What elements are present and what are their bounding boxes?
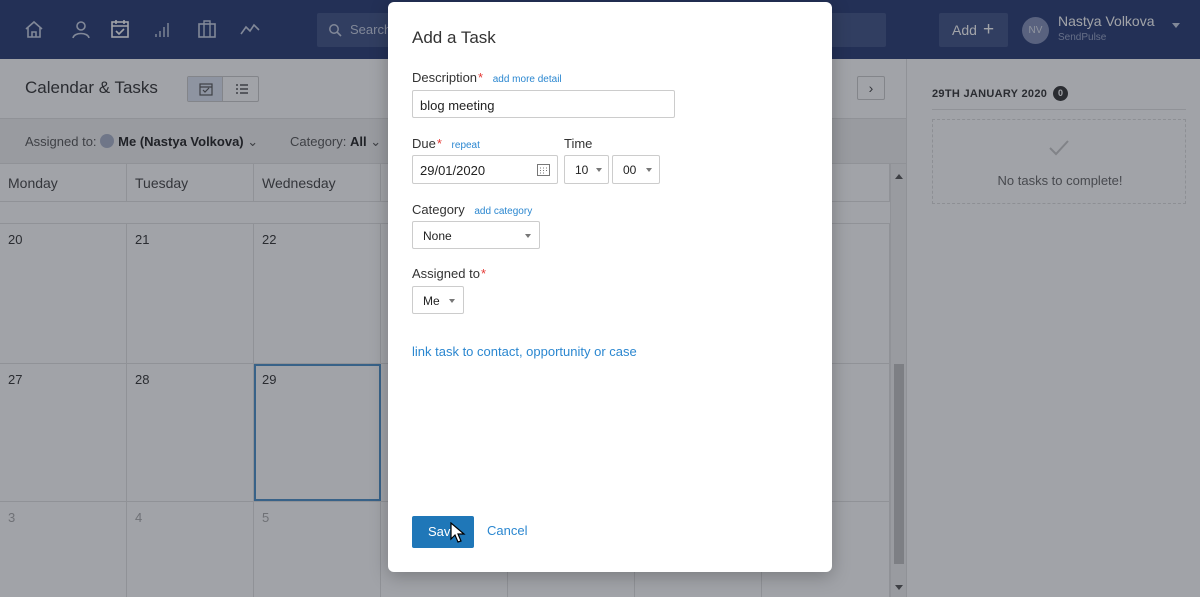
due-label: Due* repeat bbox=[412, 136, 480, 151]
time-label: Time bbox=[564, 136, 593, 151]
mouse-cursor-icon bbox=[450, 522, 466, 543]
category-select[interactable]: None bbox=[412, 221, 540, 249]
description-label: Description* add more detail bbox=[412, 70, 562, 85]
due-date-input[interactable]: 29/01/2020 bbox=[412, 155, 558, 184]
assigned-to-select[interactable]: Me bbox=[412, 286, 464, 314]
category-label: Category add category bbox=[412, 202, 532, 217]
minute-value: 00 bbox=[623, 163, 637, 177]
chevron-down-icon bbox=[596, 168, 602, 172]
add-more-detail-link[interactable]: add more detail bbox=[493, 74, 562, 85]
due-label-text: Due bbox=[412, 136, 436, 151]
required-mark: * bbox=[436, 136, 442, 151]
hour-value: 10 bbox=[575, 163, 589, 177]
minute-select[interactable]: 00 bbox=[612, 155, 660, 184]
required-mark: * bbox=[478, 70, 484, 85]
assigned-to-label-text: Assigned to bbox=[412, 266, 480, 281]
chevron-down-icon bbox=[525, 234, 531, 238]
dialog-title: Add a Task bbox=[412, 28, 496, 47]
add-task-dialog: Add a Task Description* add more detail … bbox=[388, 2, 832, 572]
assigned-to-value: Me bbox=[423, 294, 440, 308]
chevron-down-icon bbox=[449, 299, 455, 303]
due-date-value: 29/01/2020 bbox=[420, 163, 486, 178]
repeat-link[interactable]: repeat bbox=[452, 140, 480, 151]
date-picker-icon[interactable] bbox=[536, 162, 551, 177]
link-task-link[interactable]: link task to contact, opportunity or cas… bbox=[412, 344, 637, 359]
add-category-link[interactable]: add category bbox=[474, 206, 532, 217]
required-mark: * bbox=[480, 266, 486, 281]
assigned-to-label: Assigned to* bbox=[412, 266, 486, 281]
category-value: None bbox=[423, 229, 452, 243]
description-input[interactable]: blog meeting bbox=[412, 90, 675, 118]
hour-select[interactable]: 10 bbox=[564, 155, 609, 184]
chevron-down-icon bbox=[646, 168, 652, 172]
description-label-text: Description bbox=[412, 70, 478, 85]
category-label-text: Category bbox=[412, 202, 465, 217]
cancel-button[interactable]: Cancel bbox=[487, 523, 527, 538]
